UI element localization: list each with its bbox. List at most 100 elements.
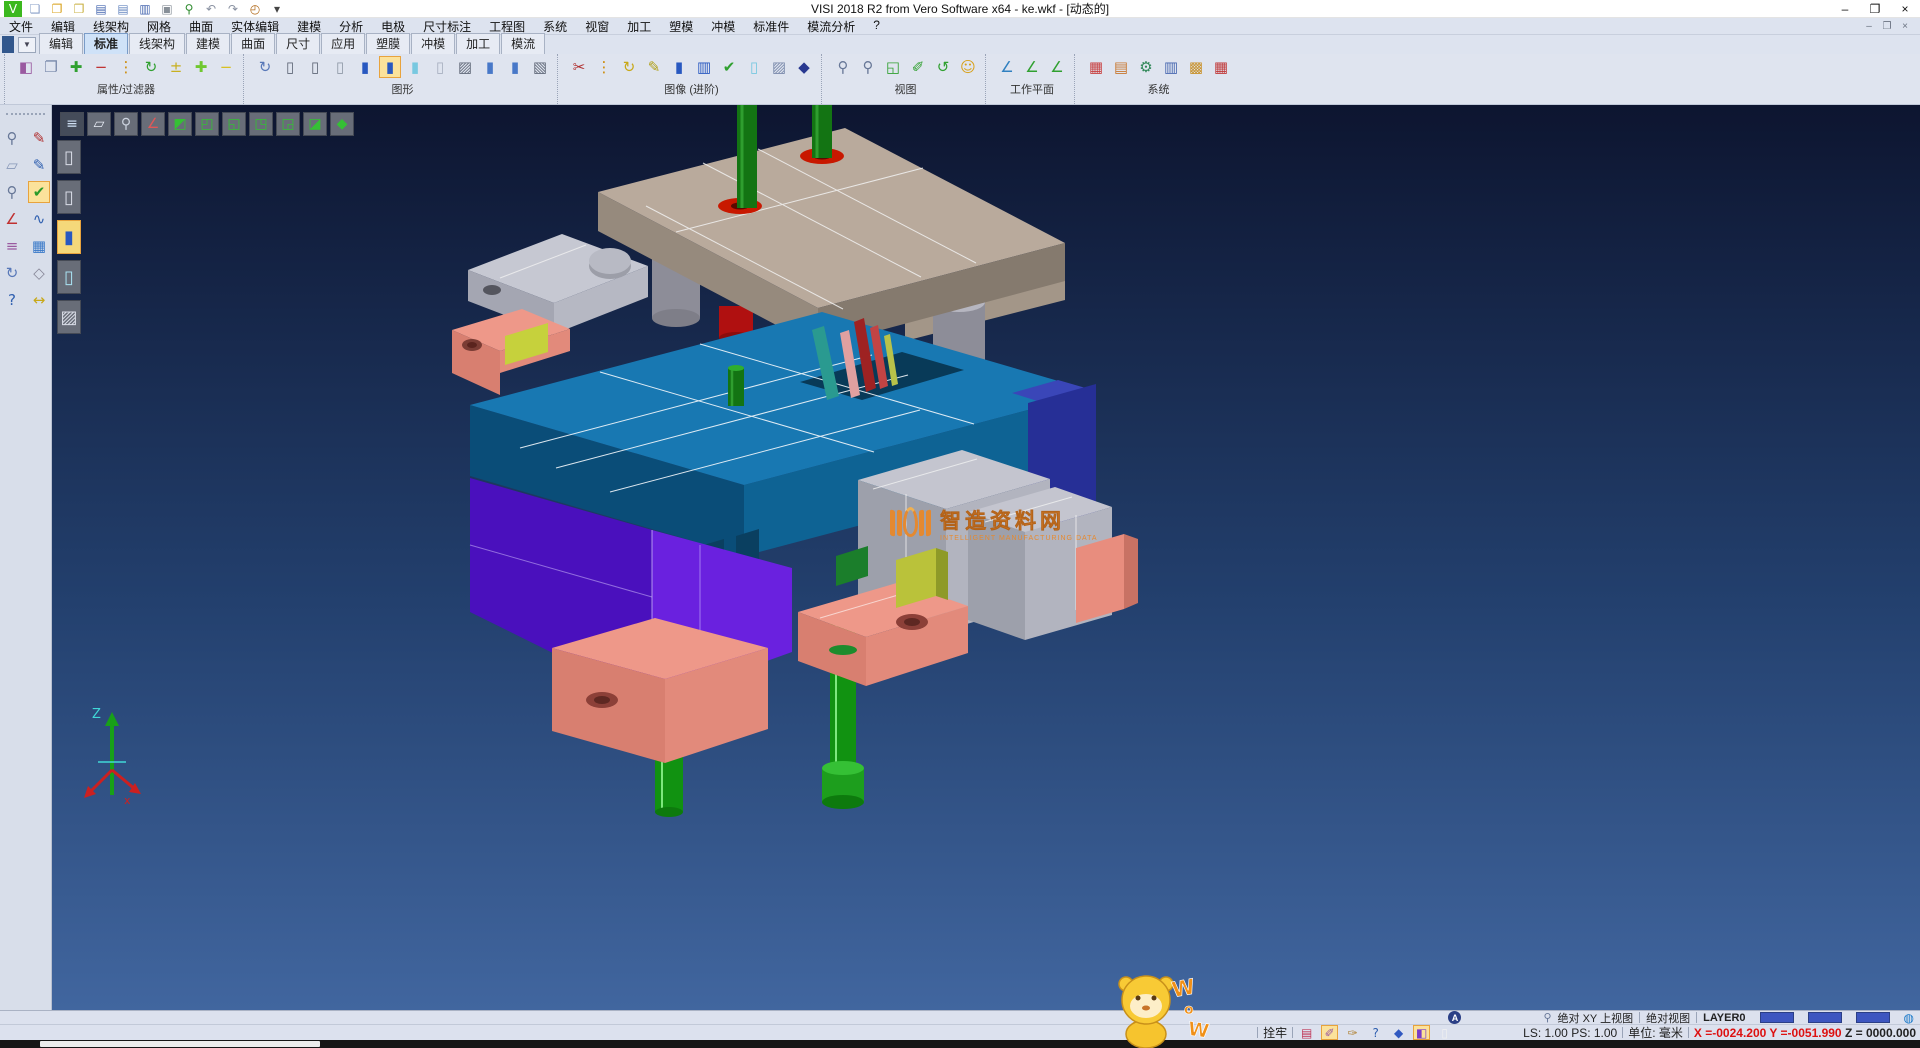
plane-bounds-icon[interactable]: ▱ [1,154,23,176]
hidden-line-mode-icon[interactable]: ▯ [57,180,81,214]
layers-palette-icon[interactable]: ≡ [1,235,23,257]
cylinder-update-icon[interactable]: ▮ [479,56,501,78]
selection-grid-icon[interactable]: ▩ [1185,56,1207,78]
visi-logo[interactable]: V [4,1,22,17]
mdi-control-button[interactable]: ❐ [1878,21,1896,32]
hidden-line-cylinder-icon[interactable]: ▯ [304,56,326,78]
menu-item[interactable]: 标准件 [744,18,798,35]
menu-item[interactable]: 实体编辑 [222,18,288,35]
show-all-icon[interactable]: ✚ [190,56,212,78]
refresh-icon[interactable]: ↻ [1,262,23,284]
smiley-icon[interactable]: ☺ [957,56,979,78]
top-view-icon[interactable]: ◰ [195,112,219,136]
pick-wand-icon[interactable]: ✐ [1321,1025,1338,1040]
zoom-previous-icon[interactable]: ⚲ [832,56,854,78]
show-entities-icon[interactable]: ✚ [65,56,87,78]
back-view-icon[interactable]: ◪ [303,112,327,136]
axonometric-view-icon[interactable]: ◆ [330,112,354,136]
shaded-edges-cylinder-icon[interactable]: ▮ [379,56,401,78]
dashed-cylinder-icon[interactable]: ▯ [329,56,351,78]
graphics-viewport[interactable] [52,105,1920,1010]
fit-plane-icon[interactable]: ▱ [87,112,111,136]
grid-red-icon[interactable]: ▦ [1210,56,1232,78]
ribbon-tab[interactable]: 建模 [186,33,230,54]
layer-color-swatch[interactable] [1760,1012,1794,1023]
layer-color-swatch[interactable] [1808,1012,1842,1023]
layer-color-swatch[interactable] [1856,1012,1890,1023]
open-file-icon[interactable]: ❐ [48,1,66,17]
save-all-icon[interactable]: ▥ [136,1,154,17]
wire-cylinder-icon[interactable]: ▨ [768,56,790,78]
shaded-mode-icon[interactable]: ▮ [57,220,81,254]
horizontal-scrollbar-thumb[interactable] [40,1041,320,1047]
menu-item[interactable]: 冲模 [702,18,744,35]
toolbar-drag-handle[interactable] [6,113,45,119]
hatch-mode-icon[interactable]: ▨ [57,300,81,334]
spline-edit-icon[interactable]: ∿ [28,208,50,230]
ribbon-tab[interactable]: 加工 [456,33,500,54]
active-layer-label[interactable]: LAYER0 [1703,1012,1745,1024]
render-settings-icon[interactable]: ▧ [529,56,551,78]
transparent-cylinder-icon[interactable]: ▮ [404,56,426,78]
menu-item[interactable]: 加工 [618,18,660,35]
advanced-refresh-icon[interactable]: ↻ [618,56,640,78]
invert-visibility-icon[interactable]: ± [165,56,187,78]
annotate-icon[interactable]: ✎ [643,56,665,78]
bar-striped-icon[interactable]: ▥ [693,56,715,78]
menu-item[interactable]: 尺寸标注 [414,18,480,35]
transparent-mode-icon[interactable]: ▯ [57,260,81,294]
shaded-cylinder-icon[interactable]: ▮ [354,56,376,78]
workplane-edit-icon[interactable]: ∠ [1021,56,1043,78]
attribute-page-icon[interactable]: ❐ [40,56,62,78]
menu-item[interactable]: 曲面 [180,18,222,35]
quick-access-dropdown-icon[interactable]: ▾ [268,1,286,17]
notebook-icon[interactable]: ▤ [1298,1025,1315,1040]
status-help-icon[interactable]: ? [1367,1025,1384,1040]
restore-button[interactable]: ❐ [1860,2,1890,16]
zoom-modify-icon[interactable]: ⚲ [1,181,23,203]
menu-item[interactable]: 分析 [330,18,372,35]
lock-toggle[interactable]: 拴牢 [1263,1024,1287,1041]
wireframe-mode-icon[interactable]: ▯ [57,140,81,174]
menu-item[interactable]: 模流分析 [798,18,864,35]
advanced-traffic-light-icon[interactable]: ⋮ [593,56,615,78]
measure-distance-icon[interactable]: ↔ [28,289,50,311]
ribbon-tab[interactable]: 模流 [501,33,545,54]
attributes-icon[interactable]: ◧ [15,56,37,78]
left-view-icon[interactable]: ◳ [249,112,273,136]
menu-item[interactable]: 线架构 [84,18,138,35]
history-icon[interactable]: ◴ [246,1,264,17]
hatch-cylinder-icon[interactable]: ▨ [454,56,476,78]
view-plane-icon[interactable]: ◱ [882,56,904,78]
workplane-align-icon[interactable]: ∠ [1046,56,1068,78]
ribbon-tab[interactable]: 标准 [84,33,128,54]
menu-item[interactable]: 电极 [372,18,414,35]
bar-blue-icon[interactable]: ▮ [668,56,690,78]
workplane-icon[interactable]: ∠ [996,56,1018,78]
ribbon-tab[interactable]: 应用 [321,33,365,54]
hide-all-icon[interactable]: − [215,56,237,78]
minimize-button[interactable]: – [1830,2,1860,16]
menu-item[interactable]: 工程图 [480,18,534,35]
confirm-check-icon[interactable]: ✔ [28,181,50,203]
stamp-icon[interactable]: ✑ [1344,1025,1361,1040]
selection-view-icon[interactable]: ⚲ [1,127,23,149]
view-menu-icon[interactable]: ≡ [60,112,84,136]
save-as-icon[interactable]: ▤ [114,1,132,17]
regen-icon[interactable]: ↻ [254,56,276,78]
filter-traffic-light-icon[interactable]: ⋮ [115,56,137,78]
axis-triad-icon[interactable]: ∠ [141,112,165,136]
iso-view-icon[interactable]: ◩ [168,112,192,136]
erase-icon[interactable]: ✎ [28,127,50,149]
tab-dropdown-icon[interactable]: ▼ [18,37,36,53]
menu-item[interactable]: 建模 [288,18,330,35]
ribbon-tab[interactable]: 线架构 [129,33,185,54]
measure-icon[interactable]: ✐ [907,56,929,78]
menu-item[interactable]: 编辑 [42,18,84,35]
check-view-icon[interactable]: ✔ [718,56,740,78]
mdi-control-button[interactable]: × [1896,21,1914,32]
flat-cylinder-icon[interactable]: ▯ [429,56,451,78]
import-file-icon[interactable]: ❐ [70,1,88,17]
wireframe-cylinder-icon[interactable]: ▯ [279,56,301,78]
close-button[interactable]: × [1890,2,1920,16]
